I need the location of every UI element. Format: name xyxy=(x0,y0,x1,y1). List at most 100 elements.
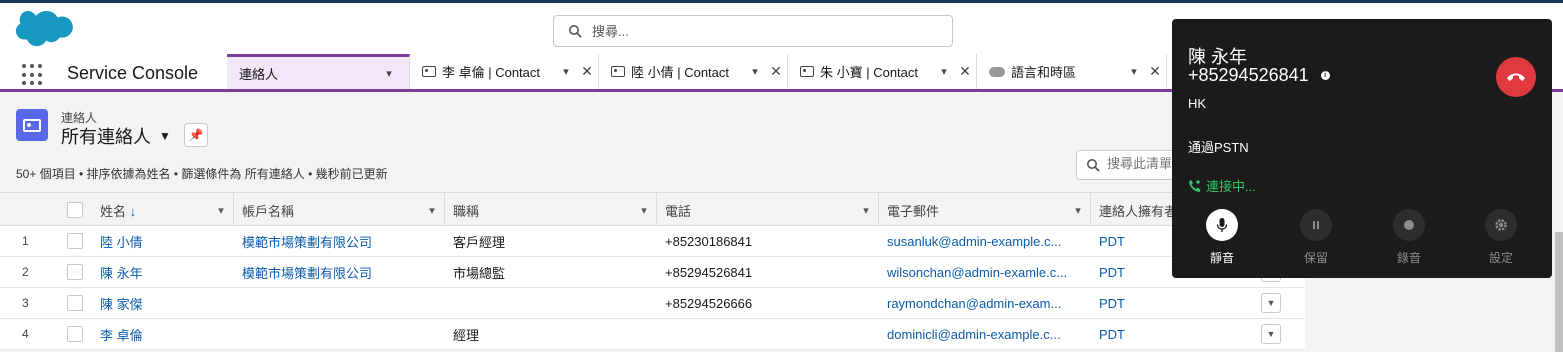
owner-alias-link[interactable]: PDT xyxy=(1099,319,1159,349)
global-search-input[interactable] xyxy=(592,20,932,42)
chevron-down-icon[interactable]: ▾ xyxy=(934,65,954,78)
close-icon[interactable]: ✕ xyxy=(576,63,598,80)
chevron-down-icon[interactable]: ▾ xyxy=(1066,204,1090,217)
contact-object-icon xyxy=(16,109,48,141)
tab-contact-chu[interactable]: 朱 小寶 | Contact ▾ ✕ xyxy=(788,54,977,89)
caller-region: HK xyxy=(1188,96,1207,111)
pin-list-view-button[interactable]: 📌 xyxy=(184,123,208,147)
hold-control[interactable]: 保留 xyxy=(1286,209,1346,266)
column-header-account[interactable]: 帳戶名稱 ▾ xyxy=(234,193,445,227)
contact-name-link[interactable]: 陳 永年 xyxy=(100,257,230,287)
softphone-panel: 陳 永年 +85294526841 i HK 通過PSTN 連接中... 靜音 xyxy=(1172,19,1552,278)
phone-cell[interactable]: +85230186841 xyxy=(665,226,875,256)
account-name-link[interactable] xyxy=(242,288,442,318)
chevron-down-icon[interactable]: ▾ xyxy=(209,204,233,217)
salesforce-logo[interactable] xyxy=(14,9,74,51)
chevron-down-icon[interactable]: ▾ xyxy=(854,204,878,217)
close-icon[interactable]: ✕ xyxy=(1144,63,1166,80)
phone-cell[interactable]: +85294526666 xyxy=(665,288,875,318)
pin-icon: 📌 xyxy=(188,128,204,142)
select-all-checkbox[interactable] xyxy=(67,202,83,218)
chevron-down-icon[interactable]: ▾ xyxy=(379,67,399,80)
contact-name-link[interactable]: 李 卓倫 xyxy=(100,319,230,349)
tab-label: 李 卓倫 | Contact xyxy=(442,65,541,80)
tab-contact-li[interactable]: 李 卓倫 | Contact ▾ ✕ xyxy=(410,54,599,89)
phone-connecting-icon xyxy=(1189,179,1201,192)
row-checkbox[interactable] xyxy=(67,264,83,280)
row-checkbox[interactable] xyxy=(67,233,83,249)
mute-control[interactable]: 靜音 xyxy=(1192,209,1252,266)
call-status: 連接中... xyxy=(1188,176,1256,195)
call-channel: 通過PSTN xyxy=(1188,140,1249,155)
row-select-cell xyxy=(67,226,87,256)
email-link[interactable]: dominicli@admin-example.c... xyxy=(887,319,1087,349)
tab-contact-luk[interactable]: 陸 小倩 | Contact ▾ ✕ xyxy=(599,54,788,89)
column-label: 姓名 ↓ xyxy=(100,203,137,219)
settings-button[interactable] xyxy=(1485,209,1517,241)
row-checkbox[interactable] xyxy=(67,295,83,311)
tab-contacts[interactable]: 連絡人 ▾ xyxy=(227,54,410,89)
close-icon[interactable]: ✕ xyxy=(765,63,787,80)
list-view-selector[interactable]: 所有連絡人 ▼ xyxy=(61,123,171,149)
list-search[interactable] xyxy=(1076,150,1186,180)
caret-down-icon[interactable]: ▼ xyxy=(159,129,171,143)
chevron-down-icon[interactable]: ▾ xyxy=(745,65,765,78)
row-number: 4 xyxy=(22,327,29,341)
owner-alias-link[interactable]: PDT xyxy=(1099,257,1159,287)
row-select-cell xyxy=(67,288,87,318)
table-header: 姓名 ↓ ▾ 帳戶名稱 ▾ 職稱 ▾ 電話 ▾ 電子郵件 ▾ 連絡人擁有者別名 xyxy=(0,192,1305,227)
close-icon[interactable]: ✕ xyxy=(954,63,976,80)
email-link[interactable]: susanluk@admin-example.c... xyxy=(887,226,1087,256)
chevron-down-icon[interactable]: ▾ xyxy=(556,65,576,78)
chevron-down-icon[interactable]: ▾ xyxy=(1124,65,1144,78)
account-name-link[interactable]: 模範市場策劃有限公司 xyxy=(242,226,442,256)
column-header-email[interactable]: 電子郵件 ▾ xyxy=(879,193,1091,227)
app-launcher-icon[interactable] xyxy=(22,64,44,86)
list-view-name: 所有連絡人 xyxy=(61,127,151,147)
account-name-link[interactable] xyxy=(242,319,442,349)
account-name-link[interactable]: 模範市場策劃有限公司 xyxy=(242,257,442,287)
search-icon xyxy=(1087,159,1100,172)
phone-cell[interactable] xyxy=(665,319,875,349)
hang-up-button[interactable] xyxy=(1496,57,1536,97)
global-search[interactable] xyxy=(553,15,953,47)
call-controls: 靜音 保留 錄音 設定 xyxy=(1172,209,1552,269)
title-cell xyxy=(453,288,653,318)
page-scrollbar[interactable] xyxy=(1555,232,1563,352)
table-row: 2 陳 永年 模範市場策劃有限公司 市場總監 +85294526841 wils… xyxy=(0,257,1305,288)
owner-alias-link[interactable]: PDT xyxy=(1099,226,1159,256)
settings-control[interactable]: 設定 xyxy=(1471,209,1531,266)
column-header-name[interactable]: 姓名 ↓ ▾ xyxy=(92,193,234,227)
phone-cell[interactable]: +85294526841 xyxy=(665,257,875,287)
table-row: 1 陸 小倩 模範市場策劃有限公司 客戶經理 +85230186841 susa… xyxy=(0,226,1305,257)
chevron-down-icon[interactable]: ▾ xyxy=(420,204,444,217)
column-header-title[interactable]: 職稱 ▾ xyxy=(445,193,657,227)
hold-button[interactable] xyxy=(1300,209,1332,241)
record-button[interactable] xyxy=(1393,209,1425,241)
row-number: 2 xyxy=(22,265,29,279)
row-actions-button[interactable]: ▼ xyxy=(1261,293,1281,313)
record-control[interactable]: 錄音 xyxy=(1379,209,1439,266)
record-icon xyxy=(1404,220,1414,230)
owner-alias-link[interactable]: PDT xyxy=(1099,288,1159,318)
microphone-icon xyxy=(1216,218,1228,232)
chevron-down-icon[interactable]: ▾ xyxy=(632,204,656,217)
tab-language-timezone[interactable]: 語言和時區 ▾ ✕ xyxy=(977,54,1167,89)
row-checkbox[interactable] xyxy=(67,326,83,342)
tab-label: 陸 小倩 | Contact xyxy=(631,65,730,80)
row-select-cell xyxy=(67,257,87,287)
email-link[interactable]: wilsonchan@admin-examle.c... xyxy=(887,257,1087,287)
row-actions-button[interactable]: ▼ xyxy=(1261,324,1281,344)
info-icon[interactable]: i xyxy=(1320,71,1330,80)
mute-button[interactable] xyxy=(1206,209,1238,241)
contact-name-link[interactable]: 陳 家傑 xyxy=(100,288,230,318)
hold-label: 保留 xyxy=(1303,251,1328,265)
contact-name-link[interactable]: 陸 小倩 xyxy=(100,226,230,256)
column-header-phone[interactable]: 電話 ▾ xyxy=(657,193,879,227)
app-name: Service Console xyxy=(67,63,199,83)
title-cell: 經理 xyxy=(453,327,480,343)
pause-icon xyxy=(1313,221,1319,229)
email-link[interactable]: raymondchan@admin-exam... xyxy=(887,288,1087,318)
contact-card-icon xyxy=(800,66,814,77)
title-cell: 市場總監 xyxy=(453,265,506,281)
